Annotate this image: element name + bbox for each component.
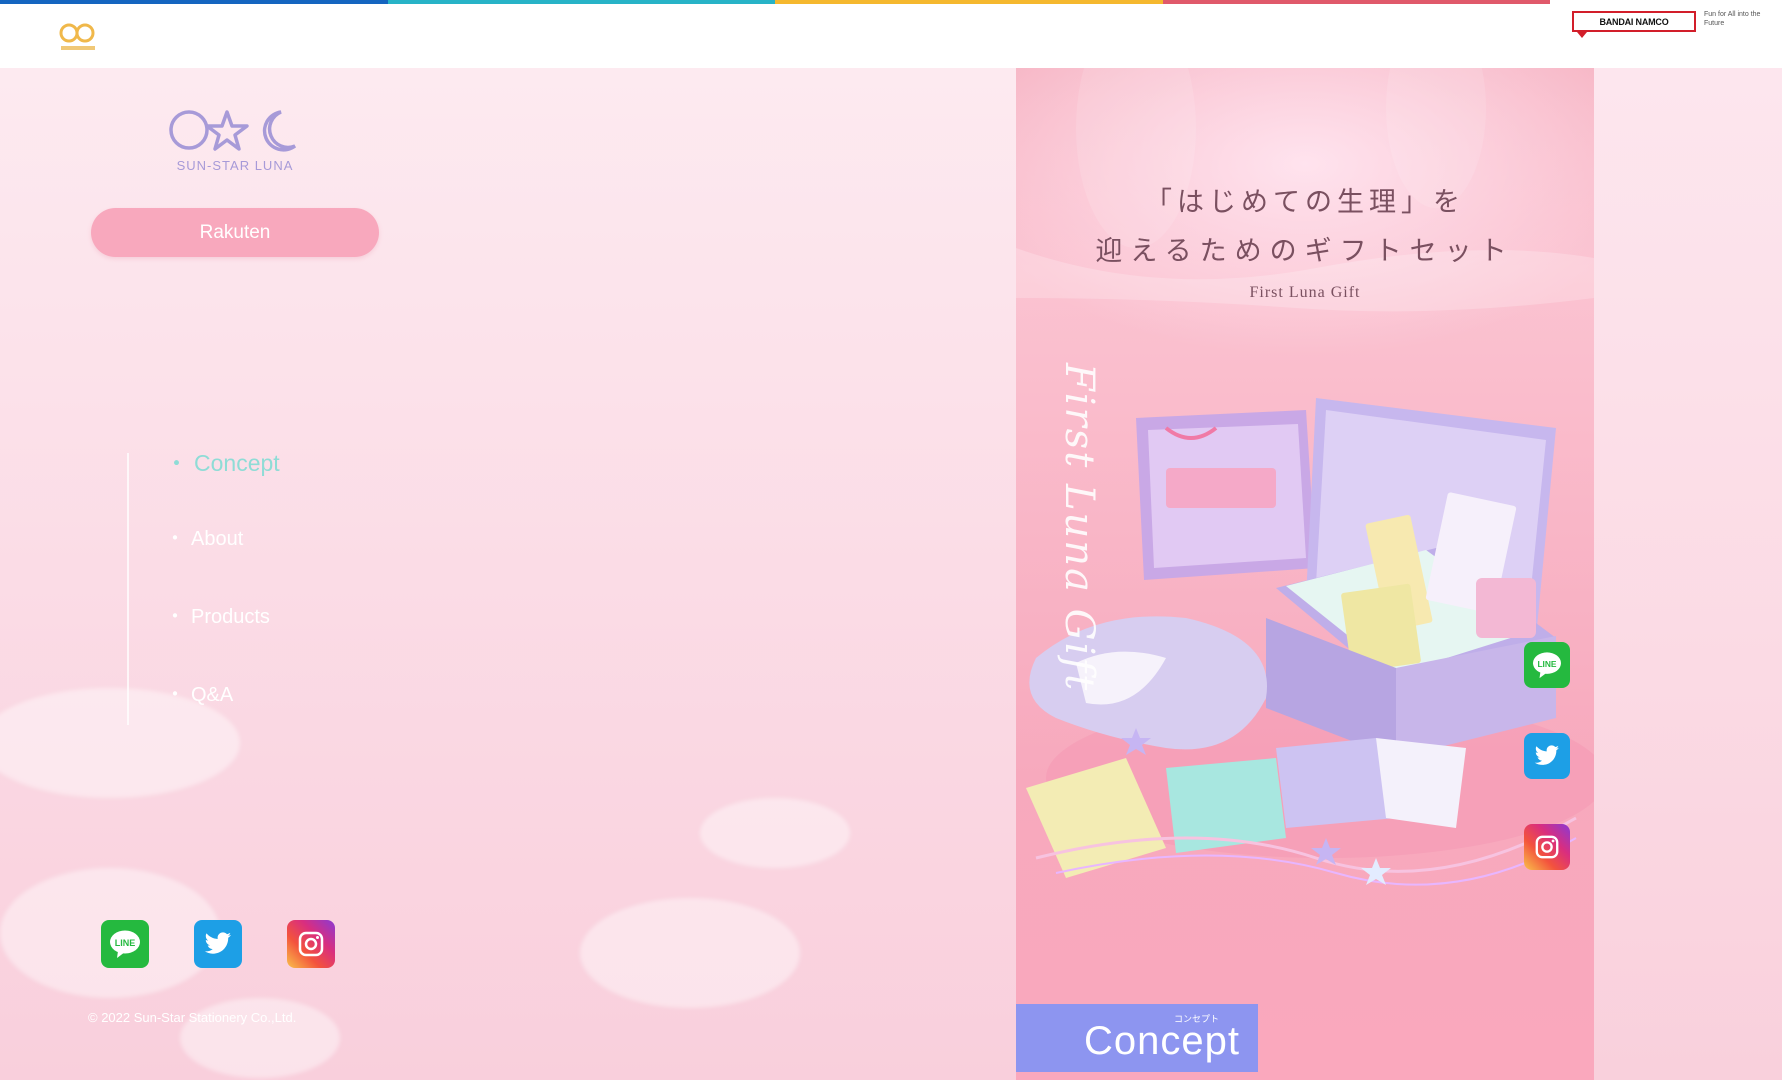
- cloud-decoration: [700, 798, 850, 868]
- rakuten-shop-button[interactable]: Rakuten: [91, 208, 379, 257]
- site-header: BANDAI NAMCO Fun for All into the Future: [0, 0, 1782, 68]
- nav-item-concept[interactable]: ・ Concept: [165, 444, 280, 522]
- left-sidebar: SUN-STAR LUNA Rakuten ・ Concept ・ About ・ P…: [0, 68, 1016, 1080]
- nav-divider: [127, 453, 129, 725]
- nav-item-products[interactable]: ・ Products: [165, 600, 280, 678]
- bandai-namco-tagline: Fun for All into the Future: [1704, 11, 1761, 27]
- floating-social-links: LINE: [1524, 642, 1570, 870]
- section-label-text: Concept: [1084, 1018, 1240, 1063]
- hero-title-line1: 「はじめての生理」を: [1145, 187, 1465, 218]
- sunstar-corner-logo[interactable]: [55, 22, 101, 56]
- hero-subtitle: First Luna Gift: [1249, 284, 1361, 301]
- brand-stripe: [0, 0, 1550, 4]
- line-icon[interactable]: LINE: [1524, 642, 1570, 688]
- hero-heading: 「はじめての生理」を 迎えるためのギフトセット First Luna Gift: [1016, 180, 1594, 302]
- script-decoration: First Luna Gift: [1056, 363, 1102, 693]
- cloud-decoration: [580, 898, 800, 1008]
- instagram-icon[interactable]: [1524, 824, 1570, 870]
- line-icon[interactable]: LINE: [101, 920, 149, 968]
- twitter-icon[interactable]: [194, 920, 242, 968]
- right-background: [1594, 68, 1782, 1080]
- twitter-icon[interactable]: [1524, 733, 1570, 779]
- section-nav: ・ Concept ・ About ・ Products ・ Q&A: [165, 444, 280, 756]
- copyright-text: © 2022 Sun-Star Stationery Co.,Ltd.: [88, 1010, 297, 1025]
- section-label-ruby: コンセプト: [1174, 1015, 1220, 1025]
- svg-text:LINE: LINE: [1537, 659, 1556, 669]
- nav-item-about[interactable]: ・ About: [165, 522, 280, 600]
- bandai-namco-badge[interactable]: BANDAI NAMCO: [1572, 11, 1696, 38]
- section-label-concept: コンセプト Concept: [1016, 1004, 1258, 1072]
- hero-title-line2: 迎えるためのギフトセット: [1095, 236, 1515, 267]
- sun-star-luna-logo[interactable]: SUN-STAR LUNA: [165, 102, 305, 176]
- gift-set-product-image: [1026, 398, 1594, 886]
- instagram-icon[interactable]: [287, 920, 335, 968]
- social-links: LINE: [101, 920, 335, 968]
- nav-item-qa[interactable]: ・ Q&A: [165, 678, 280, 756]
- hero-panel: 「はじめての生理」を 迎えるためのギフトセット First Luna Gift: [1016, 68, 1594, 1080]
- svg-text:SUN-STAR LUNA: SUN-STAR LUNA: [177, 158, 294, 173]
- svg-text:LINE: LINE: [115, 938, 136, 948]
